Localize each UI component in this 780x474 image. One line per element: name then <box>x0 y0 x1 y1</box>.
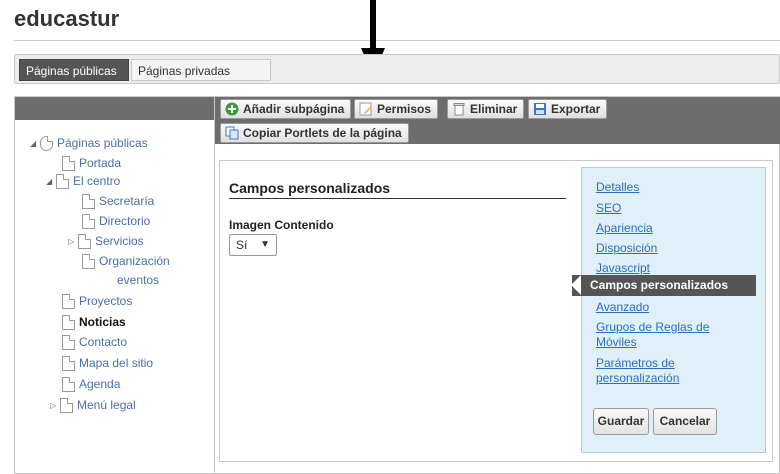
expand-icon: ▷ <box>68 237 75 247</box>
page-icon <box>82 214 95 230</box>
delete-label: Eliminar <box>470 102 518 116</box>
tree-item-proyectos[interactable]: Proyectos <box>62 294 132 310</box>
add-subpage-label: Añadir subpágina <box>243 102 345 116</box>
nav-link-campos-personalizados[interactable]: Campos personalizados <box>571 275 756 296</box>
tree-item-secretaria[interactable]: Secretaría <box>82 194 154 210</box>
nav-link-apariencia[interactable]: Apariencia <box>596 221 653 235</box>
tree-root[interactable]: ◢ Páginas públicas <box>30 136 148 152</box>
nav-link-grupos-reglas[interactable]: Grupos de Reglas de <box>596 320 709 334</box>
tree-item-organizacion[interactable]: Organización <box>82 254 170 270</box>
image-content-label: Imagen Contenido <box>229 218 334 232</box>
site-title: educastur <box>14 6 120 31</box>
add-subpage-button[interactable]: Añadir subpágina <box>220 99 352 119</box>
tree-item-contacto[interactable]: Contacto <box>62 335 127 351</box>
cancel-button[interactable]: Cancelar <box>653 408 717 435</box>
tree-item-organizacion-line2[interactable]: eventos <box>117 273 159 287</box>
tab-private-pages[interactable]: Páginas privadas <box>131 59 271 81</box>
page-icon <box>62 377 75 393</box>
tree-item-mapa-del-sitio[interactable]: Mapa del sitio <box>62 356 153 372</box>
form-title: Campos personalizados <box>229 180 391 196</box>
nav-link-avanzado[interactable]: Avanzado <box>596 300 649 314</box>
tree-item-noticias[interactable]: Noticias <box>62 315 126 331</box>
title-divider <box>14 40 780 41</box>
permissions-button[interactable]: Permisos <box>354 99 439 119</box>
nav-link-seo[interactable]: SEO <box>596 201 621 215</box>
permissions-label: Permisos <box>377 102 432 116</box>
page-icon <box>56 174 69 190</box>
page-tabs: Páginas públicas Páginas privadas <box>14 54 780 84</box>
select-value: Sí <box>236 238 248 252</box>
tree-item-el-centro[interactable]: ◢ El centro <box>46 174 120 190</box>
tree-item-servicios[interactable]: ▷ Servicios <box>68 234 144 250</box>
add-icon <box>225 102 239 116</box>
tree-header <box>15 97 214 120</box>
save-button[interactable]: Guardar <box>593 408 649 435</box>
collapse-icon: ◢ <box>46 177 53 187</box>
copy-portlets-label: Copiar Portlets de la página <box>243 126 402 140</box>
nav-link-disposicion[interactable]: Disposición <box>596 241 657 255</box>
tree-item-directorio[interactable]: Directorio <box>82 214 150 230</box>
collapse-icon: ◢ <box>30 139 37 149</box>
page-icon <box>62 356 75 372</box>
page-icon <box>62 315 75 331</box>
page-icon <box>78 234 91 250</box>
copy-portlets-button[interactable]: Copiar Portlets de la página <box>220 123 409 143</box>
save-disk-icon <box>534 103 546 115</box>
tree-item-agenda[interactable]: Agenda <box>62 377 120 393</box>
permissions-icon <box>359 102 372 116</box>
form-title-rule <box>229 198 566 199</box>
page-icon <box>62 294 75 310</box>
tab-public-pages[interactable]: Páginas públicas <box>19 59 129 81</box>
tree-item-portada[interactable]: Portada <box>62 156 121 172</box>
chevron-down-icon: ▼ <box>260 239 270 250</box>
copy-icon <box>225 126 239 140</box>
nav-link-javascript[interactable]: Javascript <box>596 261 650 275</box>
panel-divider <box>214 97 215 474</box>
site-icon <box>40 136 53 152</box>
page-icon <box>82 254 95 270</box>
page-icon <box>82 194 95 210</box>
trash-icon <box>453 103 465 116</box>
delete-button[interactable]: Eliminar <box>447 99 525 119</box>
expand-icon: ▷ <box>50 401 57 411</box>
nav-link-detalles[interactable]: Detalles <box>596 180 639 194</box>
export-button[interactable]: Exportar <box>528 99 608 119</box>
nav-link-parametros[interactable]: Parámetros de <box>596 356 675 370</box>
tree-item-menu-legal[interactable]: ▷ Menú legal <box>50 398 136 414</box>
page-icon <box>62 335 75 351</box>
nav-link-grupos-reglas-line2[interactable]: Móviles <box>596 335 637 349</box>
page-icon <box>60 398 73 414</box>
export-label: Exportar <box>551 102 601 116</box>
page-icon <box>62 156 75 172</box>
image-content-select[interactable]: Sí ▼ <box>229 234 277 256</box>
nav-link-parametros-line2[interactable]: personalización <box>596 371 679 385</box>
